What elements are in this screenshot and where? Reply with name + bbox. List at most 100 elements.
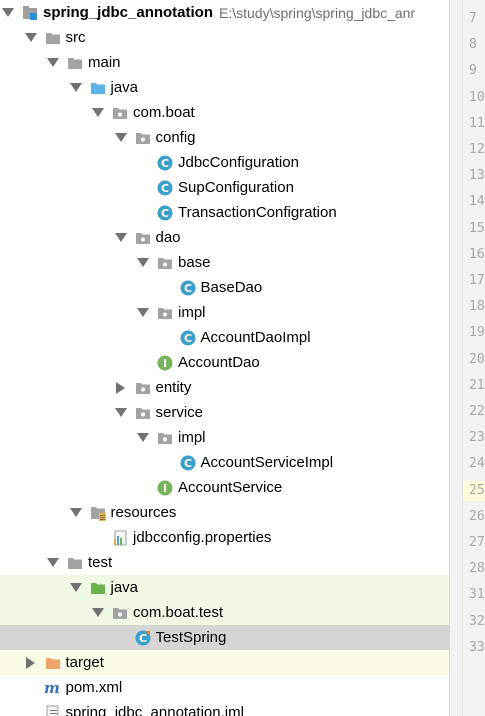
folder-icon	[66, 54, 84, 72]
line-number: 14	[469, 194, 485, 210]
tree-row-package-com-boat-test[interactable]: com.boat.test	[0, 600, 449, 625]
tree-row-project-root[interactable]: spring_jdbc_annotation E:\study\spring\sp…	[0, 0, 449, 25]
tree-row-folder-java-test[interactable]: java	[0, 575, 449, 600]
line-number: 19	[469, 325, 485, 341]
tree-row-label: java	[110, 579, 139, 596]
class-icon: C	[179, 279, 197, 297]
excluded-folder-icon	[44, 654, 62, 672]
package-icon	[156, 254, 174, 272]
tree-row-label: main	[88, 54, 121, 71]
expand-arrow-down-icon[interactable]	[69, 581, 82, 595]
tree-row-package-config[interactable]: config	[0, 125, 449, 150]
expand-arrow-down-icon[interactable]	[137, 256, 149, 270]
svg-text:C: C	[161, 182, 169, 195]
tree-row-package-entity[interactable]: entity	[0, 375, 449, 400]
line-number: 16	[469, 246, 485, 262]
package-icon	[134, 404, 152, 422]
tree-row-folder-java-main[interactable]: java	[0, 75, 449, 100]
tree-row-folder-test[interactable]: test	[0, 550, 449, 575]
tree-row-file-iml[interactable]: spring_jdbc_annotation.iml	[0, 700, 449, 716]
line-number: 32	[469, 613, 485, 629]
line-number: 17	[469, 273, 485, 288]
tree-row-package-com-boat[interactable]: com.boat	[0, 100, 449, 125]
tree-row-class-base-dao[interactable]: C BaseDao	[0, 275, 449, 300]
tree-row-label: src	[65, 29, 86, 46]
tree-row-folder-main[interactable]: main	[0, 50, 449, 75]
interface-icon: I	[156, 479, 174, 497]
tree-row-label: impl	[178, 429, 206, 446]
tree-row-package-service-impl[interactable]: impl	[0, 425, 449, 450]
tree-row-file-jdbcconfig-properties[interactable]: jdbcconfig.properties	[0, 525, 449, 550]
expand-arrow-down-icon[interactable]	[69, 506, 82, 520]
tree-row-class-sup-configuration[interactable]: C SupConfiguration	[0, 175, 449, 200]
expand-arrow-down-icon[interactable]	[137, 306, 149, 320]
expand-arrow-down-icon[interactable]	[114, 406, 127, 420]
project-root-path: E:\study\spring\spring_jdbc_anr	[219, 4, 416, 21]
tree-row-folder-target[interactable]: target	[0, 650, 449, 675]
folder-icon	[44, 29, 62, 47]
line-number: 27	[469, 535, 485, 550]
expand-arrow-down-icon[interactable]	[24, 31, 37, 45]
tree-row-class-transaction-configration[interactable]: C TransactionConfigration	[0, 200, 449, 225]
tree-row-package-base[interactable]: base	[0, 250, 449, 275]
package-icon	[134, 129, 152, 147]
tree-row-label: java	[110, 79, 139, 96]
tree-row-class-jdbc-configuration[interactable]: C JdbcConfiguration	[0, 150, 449, 175]
class-icon: C	[156, 154, 174, 172]
line-number: 18	[469, 299, 485, 315]
svg-text:C: C	[138, 632, 146, 645]
tree-row-label: AccountServiceImpl	[200, 454, 334, 471]
tree-row-label: test	[88, 554, 113, 571]
source-folder-icon	[89, 79, 107, 97]
tree-row-package-dao[interactable]: dao	[0, 225, 449, 250]
tree-row-label: config	[155, 129, 196, 146]
tree-row-folder-src[interactable]: src	[0, 25, 449, 50]
tree-row-file-pom-xml[interactable]: m pom.xml	[0, 675, 449, 700]
expand-arrow-down-icon[interactable]	[47, 56, 59, 70]
package-icon	[111, 604, 129, 622]
tree-row-class-account-service-impl[interactable]: C AccountServiceImpl	[0, 450, 449, 475]
expand-arrow-down-icon[interactable]	[137, 431, 149, 445]
tree-row-class-account-dao-impl[interactable]: C AccountDaoImpl	[0, 325, 449, 350]
line-number: 23	[469, 430, 485, 446]
expand-arrow-down-icon[interactable]	[114, 231, 127, 245]
expand-arrow-right-icon[interactable]	[25, 656, 37, 670]
svg-text:m: m	[44, 680, 60, 696]
project-root-name: spring_jdbc_annotation	[43, 4, 214, 21]
tree-row-folder-resources[interactable]: resources	[0, 500, 449, 525]
tree-row-label: SupConfiguration	[178, 179, 294, 196]
tree-row-label: pom.xml	[65, 679, 123, 696]
line-number: 25	[463, 480, 485, 501]
maven-icon: m	[44, 679, 62, 697]
tree-row-interface-account-service[interactable]: I AccountService	[0, 475, 449, 500]
expand-arrow-right-icon[interactable]	[115, 381, 127, 395]
tree-row-label: service	[155, 404, 204, 421]
module-icon	[21, 4, 39, 22]
line-number: 31	[469, 587, 485, 603]
tree-row-label: AccountDao	[178, 354, 260, 371]
interface-icon: I	[156, 354, 174, 372]
tree-row-label: jdbcconfig.properties	[133, 529, 272, 546]
tree-row-label: dao	[155, 229, 181, 246]
tree-row-label: JdbcConfiguration	[178, 154, 299, 171]
tree-row-package-service[interactable]: service	[0, 400, 449, 425]
expand-arrow-down-icon[interactable]	[92, 106, 104, 120]
expand-arrow-down-icon[interactable]	[92, 606, 104, 620]
tree-row-package-dao-impl[interactable]: impl	[0, 300, 449, 325]
tree-row-label: com.boat	[133, 104, 195, 121]
tree-row-label: TestSpring	[155, 629, 227, 646]
gutter-separator	[462, 0, 463, 716]
expand-arrow-down-icon[interactable]	[2, 6, 14, 20]
expand-arrow-down-icon[interactable]	[114, 131, 127, 145]
package-icon	[134, 229, 152, 247]
tree-row-class-test-spring[interactable]: C TestSpring	[0, 625, 449, 650]
test-class-icon: C	[134, 629, 152, 647]
expand-arrow-down-icon[interactable]	[47, 556, 59, 570]
tree-row-interface-account-dao[interactable]: I AccountDao	[0, 350, 449, 375]
line-number: 24	[469, 456, 485, 472]
class-icon: C	[156, 179, 174, 197]
expand-arrow-down-icon[interactable]	[69, 81, 82, 95]
package-icon	[111, 104, 129, 122]
class-icon: C	[179, 329, 197, 347]
svg-text:C: C	[161, 157, 169, 170]
